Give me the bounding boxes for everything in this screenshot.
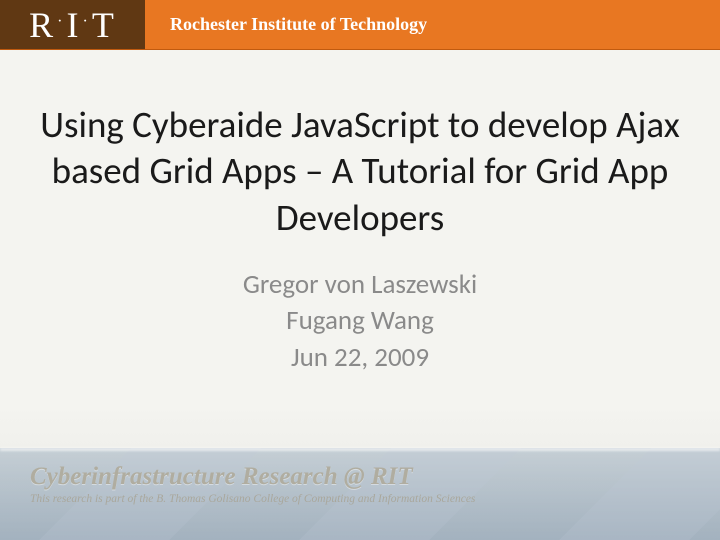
slide-body: Using Cyberaide JavaScript to develop Aj… bbox=[0, 50, 720, 376]
slide-title: Using Cyberaide JavaScript to develop Aj… bbox=[40, 102, 680, 241]
footer-banner: Cyberinfrastructure Research @ RIT This … bbox=[0, 448, 720, 540]
slide-authors-block: Gregor von Laszewski Fugang Wang Jun 22,… bbox=[40, 267, 680, 376]
author-line-1: Gregor von Laszewski bbox=[40, 267, 680, 303]
header-bar: R·I·T Rochester Institute of Technology bbox=[0, 0, 720, 50]
slide-date: Jun 22, 2009 bbox=[40, 340, 680, 376]
institution-name: Rochester Institute of Technology bbox=[170, 14, 427, 35]
rit-logo-t: T bbox=[92, 5, 116, 45]
rit-logo-dot: · bbox=[81, 13, 92, 30]
rit-logo-box: R·I·T bbox=[0, 0, 145, 49]
rit-logo-i: I bbox=[67, 5, 81, 45]
rit-logo-text: R·I·T bbox=[29, 4, 116, 46]
rit-logo-r: R bbox=[29, 5, 55, 45]
footer-subtitle: This research is part of the B. Thomas G… bbox=[30, 493, 690, 505]
rit-logo-dot: · bbox=[55, 13, 66, 30]
footer-title: Cyberinfrastructure Research @ RIT bbox=[30, 463, 690, 491]
author-line-2: Fugang Wang bbox=[40, 303, 680, 339]
